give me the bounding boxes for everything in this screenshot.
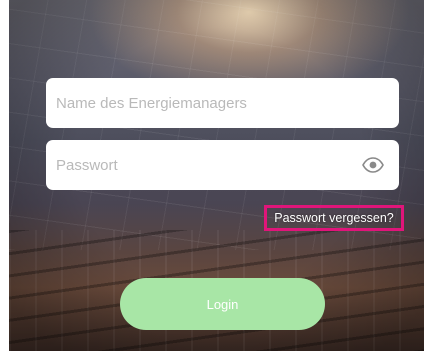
forgot-password-link[interactable]: Passwort vergessen? (264, 205, 404, 231)
password-input[interactable] (56, 140, 389, 190)
login-screen: Passwort vergessen? Login (0, 0, 424, 351)
left-edge-strip (0, 0, 9, 351)
energy-manager-name-input[interactable] (56, 78, 389, 128)
energy-manager-name-field[interactable] (46, 78, 399, 128)
eye-icon[interactable] (361, 154, 385, 176)
login-button[interactable]: Login (120, 278, 325, 330)
password-field[interactable] (46, 140, 399, 190)
